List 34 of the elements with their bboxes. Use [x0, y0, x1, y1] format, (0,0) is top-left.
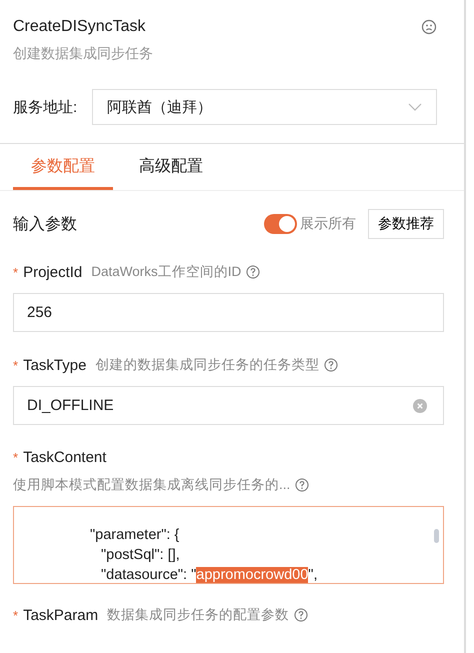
text-input[interactable]: DI_OFFLINE: [13, 386, 444, 425]
help-icon[interactable]: [324, 358, 338, 372]
param-description: 创建的数据集成同步任务的任务类型: [95, 356, 320, 374]
scrollbar-thumb[interactable]: [434, 529, 439, 543]
param-name: ProjectId: [23, 264, 82, 280]
chevron-down-icon: [408, 103, 422, 111]
required-mark: *: [13, 450, 18, 465]
tab[interactable]: 高级配置: [121, 152, 221, 190]
region-select[interactable]: 阿联酋（迪拜）: [92, 89, 437, 125]
recommend-button[interactable]: 参数推荐: [368, 209, 444, 239]
sad-face-icon[interactable]: [421, 19, 437, 35]
code-editor[interactable]: "parameter": { "postSql": [], "datasource": "appromocrowd00",: [13, 506, 444, 584]
help-icon[interactable]: [246, 265, 260, 279]
service-label: 服务地址:: [13, 98, 78, 116]
param-description: DataWorks工作空间的ID: [91, 263, 242, 281]
code-line: "parameter": {: [90, 526, 180, 545]
param-description: 使用脚本模式配置数据集成离线同步任务的...: [13, 476, 290, 494]
param-description: 数据集成同步任务的配置参数: [107, 606, 290, 624]
toggle-switch[interactable]: [264, 214, 297, 234]
section-title: 输入参数: [13, 214, 77, 234]
required-mark: *: [13, 358, 18, 372]
required-mark: *: [13, 264, 18, 280]
text-input[interactable]: 256: [13, 293, 444, 332]
api-title: CreateDISyncTask: [13, 18, 146, 36]
param-name: TaskContent: [23, 449, 106, 466]
code-line: "postSql": [],: [101, 546, 180, 565]
api-description: 创建数据集成同步任务: [13, 45, 154, 63]
param-name: TaskType: [23, 356, 86, 374]
help-icon[interactable]: [294, 608, 308, 622]
toggle-label: 展示所有: [300, 215, 356, 233]
param-name: TaskParam: [23, 606, 98, 624]
code-line: "datasource": "appromocrowd00",: [101, 566, 318, 585]
help-icon[interactable]: [295, 478, 310, 492]
required-mark: *: [13, 608, 18, 622]
